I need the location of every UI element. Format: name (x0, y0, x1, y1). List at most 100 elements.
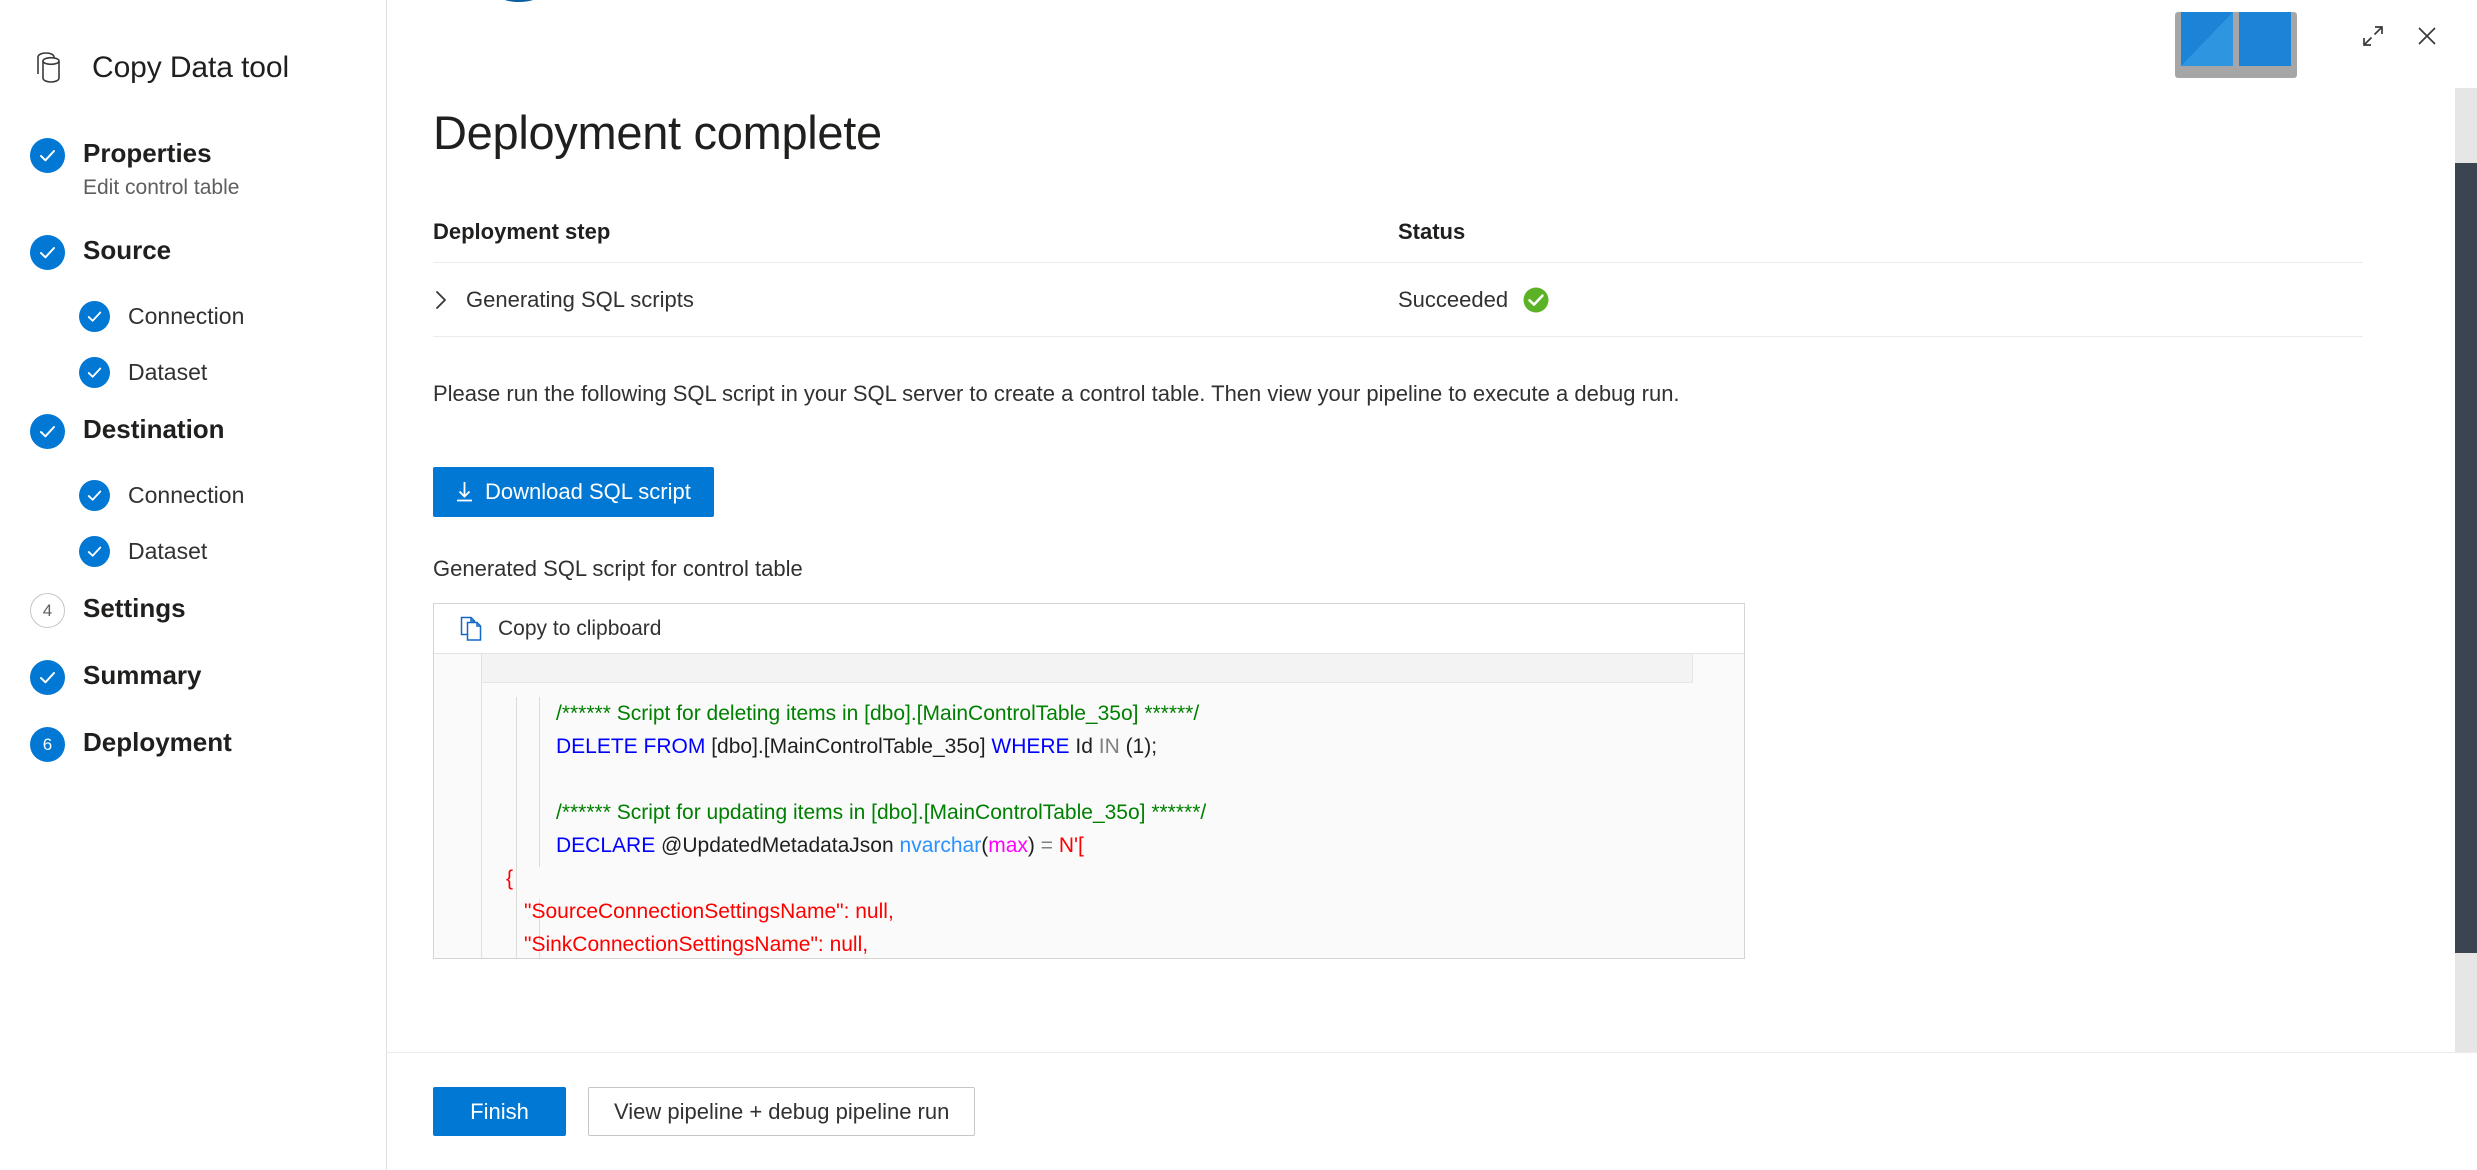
sidebar-step-label: Settings (83, 593, 186, 623)
copy-data-tool-window: Copy Data tool Properties Edit control ta… (0, 0, 2477, 1170)
close-button[interactable] (2403, 12, 2451, 60)
column-header-status: Status (1398, 219, 1466, 244)
code-line: DECLARE @UpdatedMetadataJson nvarchar(ma… (434, 829, 1744, 862)
code-token: "SourceConnectionSettingsName": null, (524, 900, 894, 923)
sidebar-step-label: Dataset (128, 538, 208, 564)
step-check-icon (79, 301, 110, 332)
code-token: /****** Script for updating items in [db… (556, 801, 1207, 824)
sidebar-step-text: Source (83, 233, 171, 267)
column-header-deployment-step: Deployment step (433, 219, 611, 244)
sidebar-step-properties[interactable]: Properties Edit control table (0, 136, 386, 203)
code-token: /****** Script for deleting items in [db… (556, 702, 1200, 725)
sidebar-step-connection[interactable]: Connection (0, 479, 386, 511)
sidebar-step-summary[interactable]: Summary (0, 658, 386, 695)
sidebar-step-source[interactable]: Source (0, 233, 386, 270)
code-token: Id (1069, 735, 1099, 758)
app-brand: Copy Data tool (0, 0, 386, 96)
step-check-icon (30, 235, 65, 270)
sidebar-step-connection[interactable]: Connection (0, 300, 386, 332)
success-check-icon (1522, 286, 1550, 314)
copy-to-clipboard-button[interactable]: Copy to clipboard (434, 604, 1744, 653)
sql-database-icon (449, 0, 549, 58)
download-sql-script-button[interactable]: Download SQL script (433, 467, 714, 517)
sidebar-step-label: Connection (128, 303, 245, 329)
code-token: max (988, 834, 1028, 857)
table-body: Generating SQL scripts Succeeded (433, 263, 2363, 337)
step-check-icon (30, 660, 65, 695)
sidebar-step-label: Connection (128, 482, 245, 508)
main-pane: Deployment complete Deployment step Stat… (387, 0, 2477, 1170)
sql-code-card: Copy to clipboard /****** Script for del… (433, 603, 1745, 959)
code-token: DELETE FROM (556, 735, 706, 758)
app-title: Copy Data tool (92, 51, 290, 84)
code-token: ) (1027, 834, 1041, 857)
code-token: { (506, 867, 514, 890)
step-check-icon (79, 536, 110, 567)
database-copy-icon (30, 48, 70, 88)
expand-diagonal-icon (2360, 23, 2386, 49)
close-x-icon (2413, 22, 2441, 50)
service-icons-row (429, 0, 2477, 78)
dataset-table-icon (1301, 6, 2297, 86)
sidebar-step-text: Destination (83, 412, 225, 446)
copy-pages-icon (460, 615, 485, 642)
sidebar-step-label: Summary (83, 660, 202, 690)
code-token: @UpdatedMetadataJson (655, 834, 900, 857)
maximize-button[interactable] (2349, 12, 2397, 60)
scrollbar-thumb[interactable] (2455, 163, 2477, 953)
sidebar-step-text: Settings (83, 591, 186, 625)
page-title: Deployment complete (433, 106, 882, 159)
wizard-step-list: Properties Edit control table Source Connec… (0, 136, 386, 762)
sidebar-step-text: Connection (128, 300, 244, 332)
step-check-icon (30, 414, 65, 449)
content-scroll-area: Deployment complete Deployment step Stat… (387, 0, 2477, 1052)
sidebar-step-label: Dataset (128, 359, 208, 385)
sidebar-step-dataset[interactable]: Dataset (0, 356, 386, 388)
sidebar-step-destination[interactable]: Destination (0, 412, 386, 449)
sidebar-step-text: Summary (83, 658, 202, 692)
instruction-text: Please run the following SQL script in y… (433, 381, 1680, 406)
sidebar-step-label: Deployment (83, 727, 232, 757)
finish-button[interactable]: Finish (433, 1087, 566, 1136)
code-token: "SinkConnectionSettingsName": null, (524, 933, 869, 956)
code-line: "SinkConnectionSettingsName": null, (434, 928, 1744, 958)
sidebar-step-settings[interactable]: 4 Settings (0, 591, 386, 628)
code-token: [dbo].[MainControlTable_35o] (705, 735, 992, 758)
code-token: nvarchar (899, 834, 982, 857)
sidebar-step-sublabel: Edit control table (83, 176, 240, 199)
sidebar-step-deployment[interactable]: 6 Deployment (0, 725, 386, 762)
wizard-footer: Finish View pipeline + debug pipeline ru… (387, 1052, 2477, 1170)
download-arrow-icon (456, 481, 473, 503)
copy-to-clipboard-label: Copy to clipboard (498, 616, 662, 640)
step-number-badge: 4 (30, 593, 65, 628)
table-row[interactable]: Generating SQL scripts Succeeded (433, 263, 2363, 337)
table-cell-step: Generating SQL scripts (433, 286, 1398, 314)
step-check-icon (30, 138, 65, 173)
code-line: "SourceConnectionSettingsName": null, (434, 895, 1744, 928)
editor-top-strip (481, 654, 1693, 683)
table-header-row: Deployment step Status (433, 218, 2363, 263)
download-sql-script-label: Download SQL script (485, 479, 691, 504)
view-pipeline-debug-run-button[interactable]: View pipeline + debug pipeline run (588, 1087, 976, 1136)
sidebar-step-label: Source (83, 235, 172, 265)
table-cell-status: Succeeded (1398, 286, 2363, 314)
sidebar-step-text: Dataset (128, 535, 207, 567)
sidebar-step-text: Deployment (83, 725, 232, 759)
code-token: DECLARE (556, 834, 656, 857)
code-line: /****** Script for updating items in [db… (434, 796, 1744, 829)
code-token: = (1040, 834, 1053, 857)
wizard-sidebar: Copy Data tool Properties Edit control ta… (0, 0, 387, 1170)
step-number: 4 (42, 601, 53, 620)
step-number-badge: 6 (30, 727, 65, 762)
main-vertical-scrollbar[interactable] (2455, 88, 2477, 1052)
step-check-icon (79, 480, 110, 511)
code-line-list: /****** Script for deleting items in [db… (434, 683, 1744, 958)
chevron-right-icon[interactable] (433, 288, 449, 312)
sidebar-step-dataset[interactable]: Dataset (0, 535, 386, 567)
sql-code-editor[interactable]: /****** Script for deleting items in [db… (434, 653, 1744, 958)
code-token: N'[ (1053, 834, 1084, 857)
code-line: DELETE FROM [dbo].[MainControlTable_35o]… (434, 730, 1744, 763)
sidebar-step-label: Properties (83, 138, 212, 168)
generated-script-label: Generated SQL script for control table (433, 556, 803, 581)
deployment-table: Deployment step Status Generating SQL sc… (433, 218, 2363, 337)
